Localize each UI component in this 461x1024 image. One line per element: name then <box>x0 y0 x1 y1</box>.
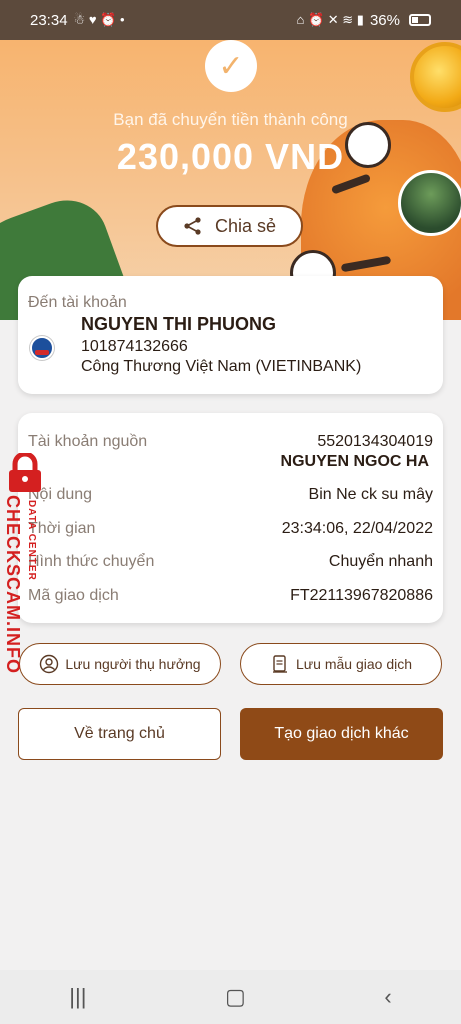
home-button-label: Về trang chủ <box>74 725 165 742</box>
home-nav-icon[interactable]: ▢ <box>225 984 246 1010</box>
save-template-button[interactable]: Lưu mẫu giao dịch <box>240 643 442 685</box>
source-account-name: NGUYEN NGOC HA <box>280 453 429 470</box>
recipient-name: NGUYEN THI PHUONG <box>81 314 277 334</box>
method-value: Chuyển nhanh <box>328 553 433 570</box>
status-bar: 23:34 ☃ ♥ ⏰ • ⌂ ⏰ ✕ ≋ ▮ 36% <box>0 0 461 40</box>
recipient-bank-name: Công Thương Việt Nam (VIETINBANK) <box>81 358 362 375</box>
time-value: 23:34:06, 22/04/2022 <box>281 520 433 537</box>
source-account-label: Tài khoản nguồn <box>28 433 148 450</box>
recipient-label: Đến tài khoản <box>28 294 127 311</box>
status-right: ⌂ ⏰ ✕ ≋ ▮ 36% <box>297 12 431 29</box>
system-nav-bar: ||| ▢ ‹ <box>0 970 461 1024</box>
transaction-id-row: Mã giao dịch FT22113967820886 <box>28 587 433 605</box>
check-icon: ✓ <box>205 40 257 92</box>
recipient-card: Đến tài khoản NGUYEN THI PHUONG 10187413… <box>18 276 443 394</box>
notification-icons: ☃ ♥ ⏰ • <box>73 12 125 27</box>
transaction-id-label: Mã giao dịch <box>28 587 119 604</box>
new-transaction-button[interactable]: Tạo giao dịch khác <box>240 708 443 760</box>
content-value: Bin Ne ck su mây <box>308 486 433 503</box>
status-left: 23:34 ☃ ♥ ⏰ • <box>30 12 125 29</box>
source-name-row: NGUYEN NGOC HA <box>28 453 433 471</box>
system-icons: ⌂ ⏰ ✕ ≋ ▮ <box>296 12 364 27</box>
user-circle-icon <box>40 654 59 674</box>
share-button[interactable]: Chia sẻ <box>156 205 303 247</box>
status-time: 23:34 <box>30 11 68 29</box>
share-label: Chia sẻ <box>214 215 277 236</box>
share-icon <box>184 217 201 235</box>
back-icon[interactable]: ‹ <box>384 984 391 1010</box>
document-icon <box>273 655 287 673</box>
source-account-number: 5520134304019 <box>317 433 433 450</box>
new-transaction-label: Tạo giao dịch khác <box>274 725 409 742</box>
source-account-row: Tài khoản nguồn 5520134304019 <box>28 433 433 451</box>
battery-percent: 36% <box>369 11 400 29</box>
content-row: Nội dung Bin Ne ck su mây <box>28 486 433 504</box>
save-payee-label: Lưu người thụ hưởng <box>65 656 201 672</box>
success-message: Bạn đã chuyển tiền thành công <box>113 110 348 129</box>
save-template-label: Lưu mẫu giao dịch <box>296 656 412 672</box>
time-label: Thời gian <box>28 520 96 537</box>
method-row: Hình thức chuyển Chuyển nhanh <box>28 553 433 571</box>
vietinbank-logo-icon <box>30 336 54 360</box>
transfer-amount: 230,000 VND <box>116 136 345 177</box>
time-row: Thời gian 23:34:06, 22/04/2022 <box>28 520 433 538</box>
coin-decoration-icon <box>410 42 461 112</box>
method-label: Hình thức chuyển <box>28 553 155 570</box>
home-button[interactable]: Về trang chủ <box>18 708 221 760</box>
transaction-id-value: FT22113967820886 <box>290 587 433 604</box>
watermark-main: CHECKSCAM.INFO <box>3 495 23 674</box>
recent-apps-icon[interactable]: ||| <box>69 984 86 1010</box>
battery-icon <box>409 14 431 26</box>
transaction-details-card: Tài khoản nguồn 5520134304019 NGUYEN NGO… <box>18 413 443 623</box>
save-payee-button[interactable]: Lưu người thụ hưởng <box>19 643 221 685</box>
avatar <box>398 170 461 236</box>
lock-icon <box>9 453 41 492</box>
recipient-account-number: 101874132666 <box>81 338 188 355</box>
watermark-sub: DATA CENTER <box>26 500 37 581</box>
